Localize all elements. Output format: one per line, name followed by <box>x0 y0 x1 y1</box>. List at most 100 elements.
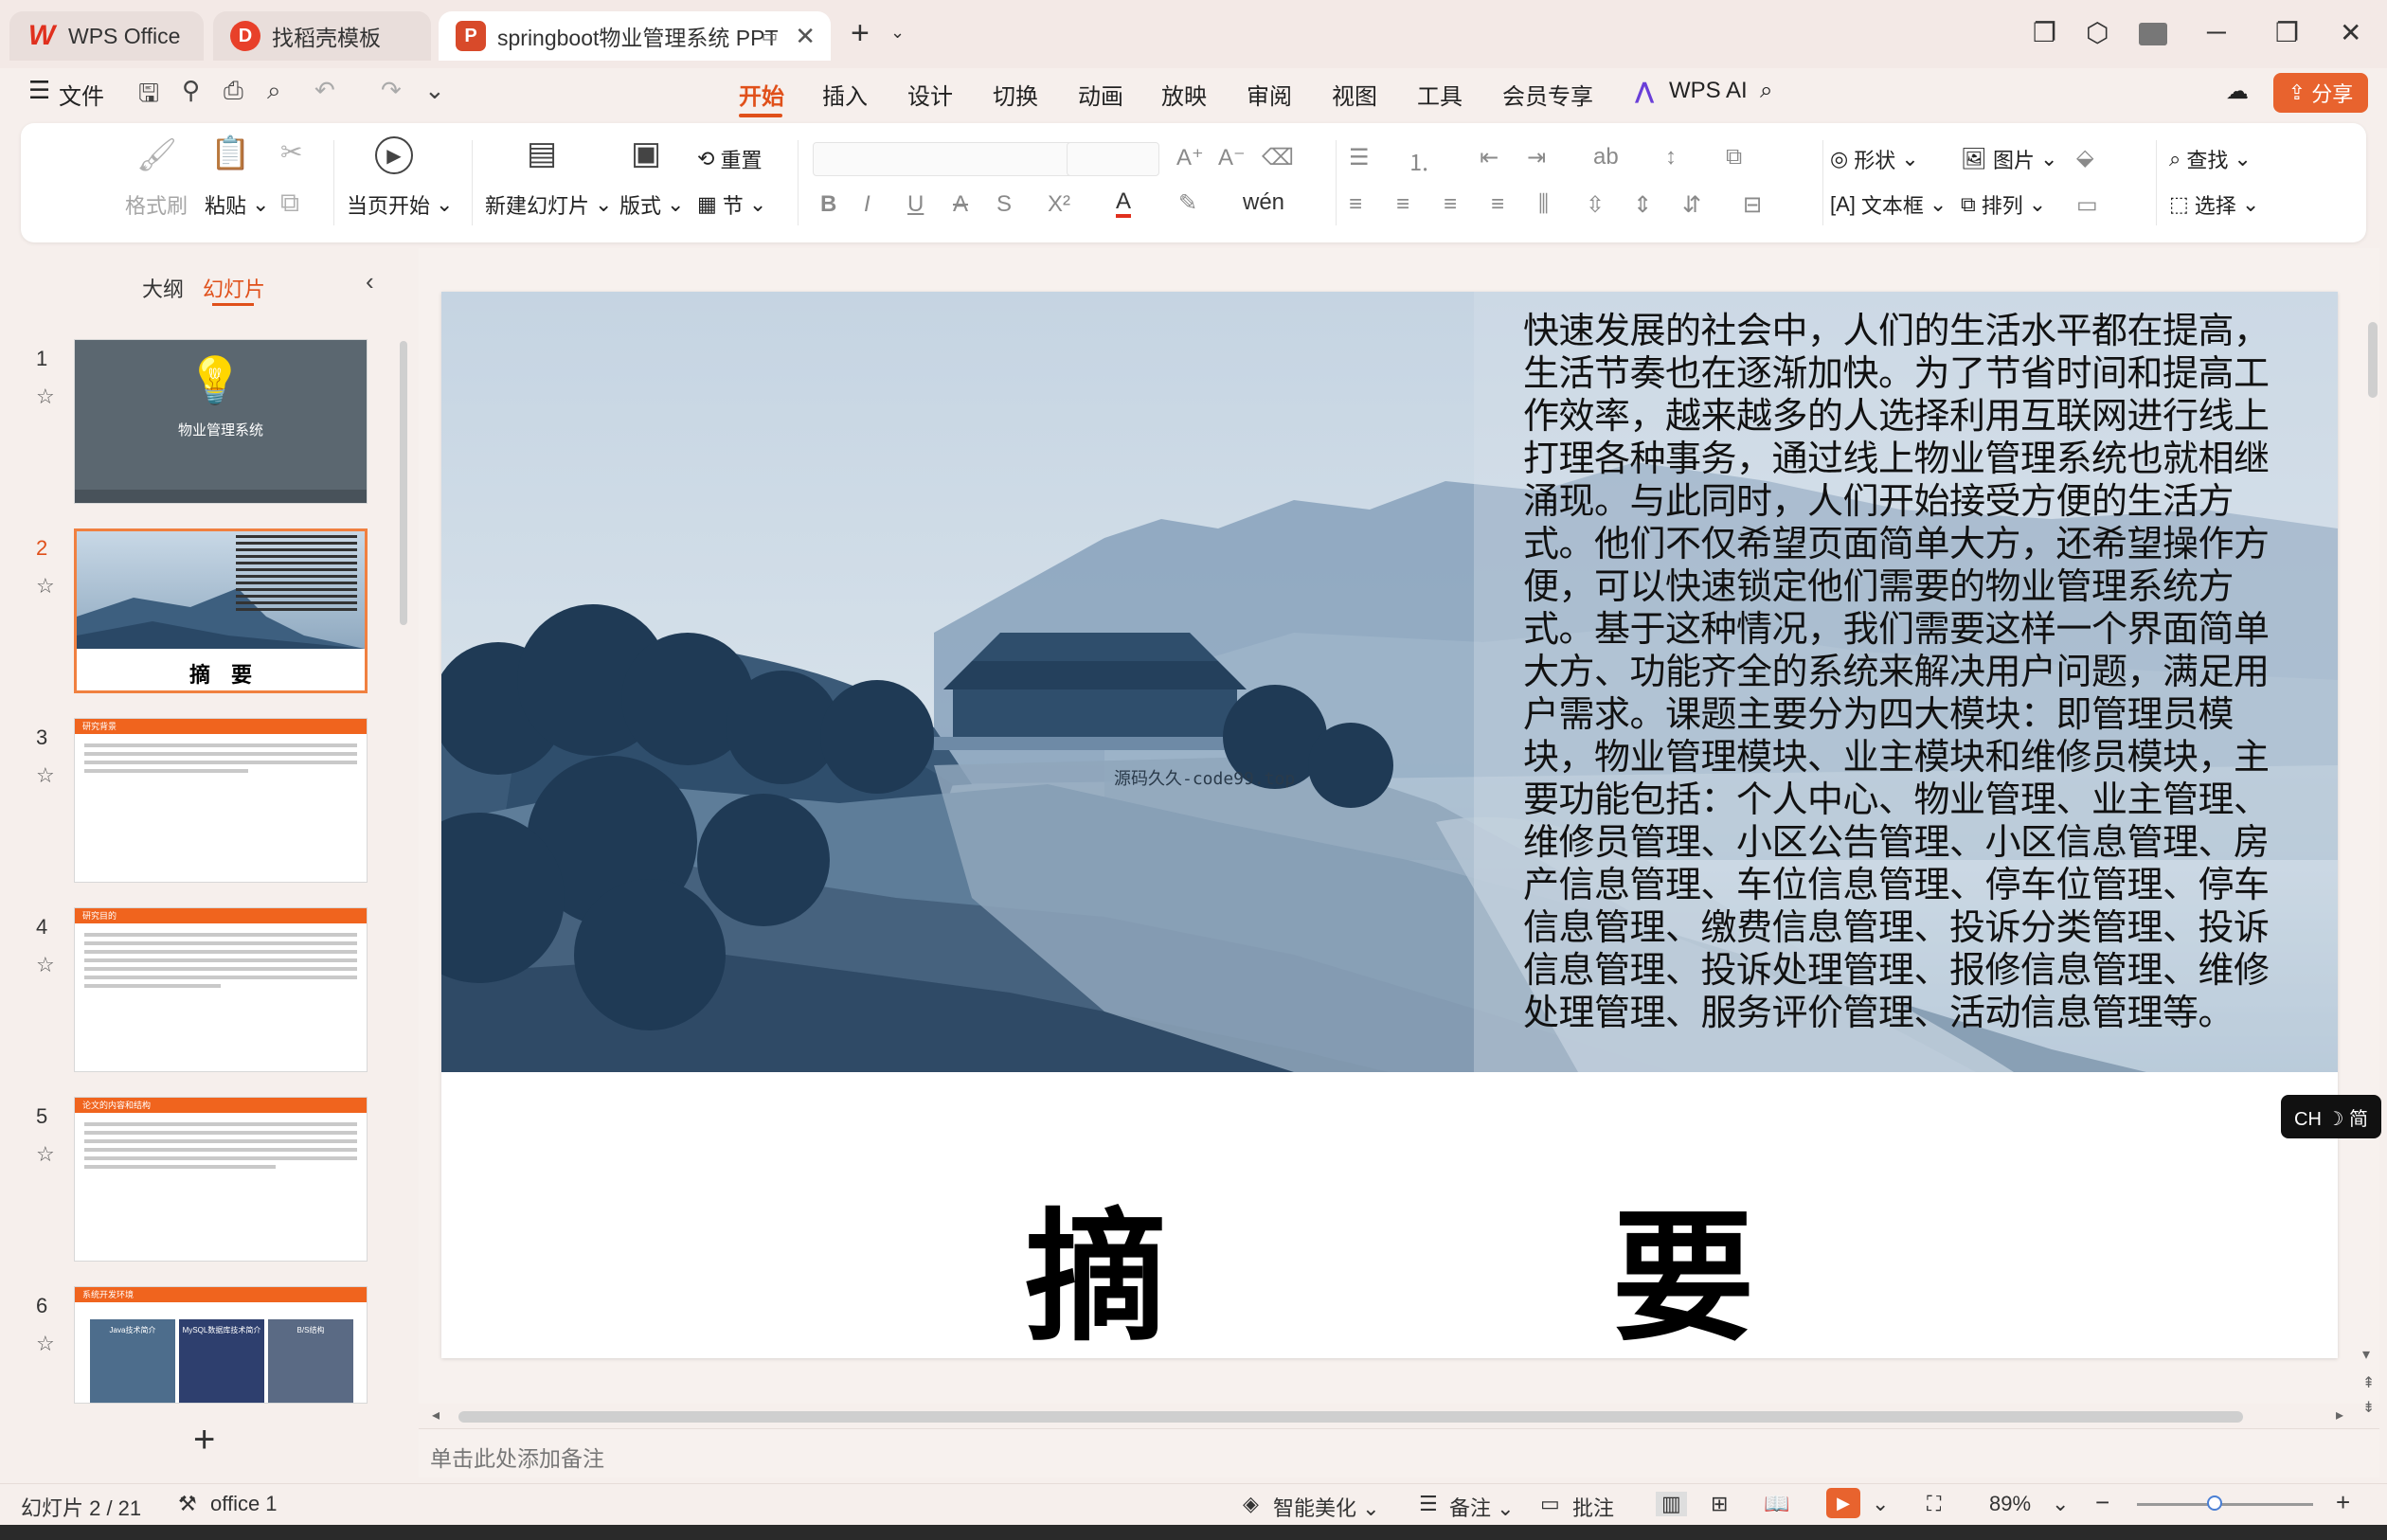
star-icon[interactable]: ☆ <box>36 385 55 409</box>
shape-button[interactable]: ◎ 形状 ⌄ <box>1830 144 1919 174</box>
print-icon[interactable]: ⎙ <box>224 76 243 106</box>
menu-file[interactable]: 文件 <box>59 78 104 111</box>
tab-active-document[interactable]: P springboot物业管理系统 PPT ▭ ✕ <box>439 11 831 61</box>
new-tab-icon[interactable]: + <box>851 15 870 52</box>
undo-icon[interactable]: ↶ <box>314 76 335 105</box>
theme-name[interactable]: office 1 <box>210 1492 278 1516</box>
menu-member[interactable]: 会员专享 <box>1502 78 1593 111</box>
star-icon[interactable]: ☆ <box>36 763 55 788</box>
zoom-chevron-icon[interactable]: ⌄ <box>2052 1492 2069 1516</box>
format-painter-button[interactable]: 格式刷 <box>125 189 188 220</box>
reading-view-icon[interactable]: 📖 <box>1764 1492 1789 1516</box>
hamburger-icon[interactable]: ☰ <box>28 76 50 105</box>
cut-icon[interactable]: ✂ <box>280 136 302 168</box>
slide-thumbnail-3[interactable]: 研究背景 <box>74 718 368 883</box>
justify-icon[interactable]: ≡ <box>1491 191 1504 218</box>
distribute-icon[interactable]: ⫼ <box>1538 191 1549 218</box>
menu-tools[interactable]: 工具 <box>1417 78 1463 111</box>
menu-review[interactable]: 审阅 <box>1247 78 1292 111</box>
collapse-panel-icon[interactable]: ‹ <box>366 267 374 296</box>
menu-home[interactable]: 开始 <box>739 78 784 111</box>
superscript-icon[interactable]: X² <box>1048 191 1070 218</box>
scroll-right-icon[interactable]: ▸ <box>2336 1406 2343 1424</box>
slide-thumbnail-2[interactable]: 摘 要 <box>74 528 368 693</box>
scroll-left-icon[interactable]: ◂ <box>432 1406 440 1424</box>
section-button[interactable]: ▦ 节 ⌄ <box>697 189 766 220</box>
star-icon[interactable]: ☆ <box>36 1332 55 1356</box>
reset-button[interactable]: ⟲ 重置 <box>697 144 762 174</box>
text-align-icon[interactable]: ⊟ <box>1743 191 1762 219</box>
menu-transition[interactable]: 切换 <box>993 78 1038 111</box>
beautify-button[interactable]: 智能美化 ⌄ <box>1273 1492 1380 1522</box>
zoom-out-icon[interactable]: − <box>2095 1488 2109 1517</box>
prev-slide-icon[interactable]: ⇞ <box>2362 1373 2375 1392</box>
play-options-chevron-icon[interactable]: ⌄ <box>1872 1492 1889 1516</box>
more-chevron-icon[interactable]: ⌄ <box>424 76 445 105</box>
bold-icon[interactable]: B <box>820 191 836 218</box>
play-slideshow-button[interactable]: ▶ <box>1826 1488 1860 1518</box>
minimize-icon[interactable]: ─ <box>2207 17 2226 47</box>
font-color-icon[interactable]: A <box>1116 189 1132 218</box>
text-direction-icon[interactable]: ab <box>1593 144 1619 170</box>
align-right-icon[interactable]: ≡ <box>1444 191 1457 218</box>
print-preview-icon[interactable]: ⌕ <box>267 76 281 106</box>
slide-sorter-icon[interactable]: ⊞ <box>1711 1492 1728 1516</box>
zoom-in-icon[interactable]: + <box>2336 1488 2350 1517</box>
input-method-indicator[interactable]: CH ☽ 简 <box>2281 1095 2381 1138</box>
next-slide-icon[interactable]: ⇟ <box>2362 1398 2375 1417</box>
search-icon[interactable]: ⌕ <box>1760 78 1772 104</box>
zoom-slider[interactable] <box>2137 1503 2313 1506</box>
tab-slides[interactable]: 幻灯片 <box>203 273 265 303</box>
layout-icon[interactable]: ▣ <box>631 134 661 172</box>
window-list-icon[interactable]: ❐ <box>2033 17 2056 48</box>
add-slide-icon[interactable]: + <box>193 1419 215 1461</box>
menu-slideshow[interactable]: 放映 <box>1161 78 1207 111</box>
decrease-font-icon[interactable]: A⁻ <box>1218 144 1246 171</box>
comment-button[interactable]: 批注 <box>1572 1492 1614 1522</box>
shadow-icon[interactable]: S <box>996 191 1012 218</box>
star-icon[interactable]: ☆ <box>36 953 55 977</box>
decrease-indent-icon[interactable]: ⇤ <box>1480 144 1499 171</box>
increase-font-icon[interactable]: A⁺ <box>1176 144 1204 171</box>
tab-wps-office[interactable]: W WPS Office <box>9 11 204 61</box>
font-size-select[interactable] <box>1067 142 1159 176</box>
menu-wps-ai[interactable]: WPS AI <box>1669 78 1748 104</box>
italic-icon[interactable]: I <box>864 191 870 218</box>
highlight-icon[interactable]: ✎ <box>1178 189 1197 217</box>
menu-animation[interactable]: 动画 <box>1078 78 1123 111</box>
new-slide-icon[interactable]: ▤ <box>527 134 557 172</box>
menu-view[interactable]: 视图 <box>1332 78 1377 111</box>
menu-insert[interactable]: 插入 <box>822 78 868 111</box>
columns-icon[interactable]: ⇵ <box>1682 191 1701 219</box>
slide-title[interactable]: 摘 要 <box>441 1163 2338 1358</box>
menu-design[interactable]: 设计 <box>907 78 953 111</box>
maximize-icon[interactable]: ❐ <box>2275 17 2299 48</box>
slide-thumbnail-6[interactable]: 系统开发环境 Java技术简介 MySQL数据库技术简介 B/S结构 <box>74 1286 368 1404</box>
play-from-current-icon[interactable]: ▶ <box>375 136 413 174</box>
redo-icon[interactable]: ↷ <box>381 76 402 105</box>
format-painter-icon[interactable]: 🖌 <box>136 136 177 174</box>
fill-icon[interactable]: ⬙ <box>2076 144 2093 171</box>
paste-icon[interactable]: 📋 <box>210 134 250 172</box>
bullets-icon[interactable]: ☰ <box>1349 144 1370 171</box>
tab-outline[interactable]: 大纲 <box>142 273 184 303</box>
numbering-icon[interactable]: ⒈ <box>1408 144 1430 177</box>
picture-button[interactable]: 🖼 图片 ⌄ <box>1961 144 2057 174</box>
cloud-sync-icon[interactable]: ⚲ <box>182 76 200 105</box>
sort-icon[interactable]: ↕ <box>1665 144 1677 170</box>
avatar[interactable] <box>2139 23 2167 45</box>
cloud-icon[interactable]: ☁ <box>2226 78 2249 105</box>
underline-icon[interactable]: U <box>907 191 924 218</box>
notes-pane[interactable]: 单击此处添加备注 <box>419 1428 2379 1477</box>
paste-button[interactable]: 粘贴 ⌄ <box>205 189 269 220</box>
cube-icon[interactable]: ⬡ <box>2086 17 2109 48</box>
close-tab-icon[interactable]: ✕ <box>795 22 816 51</box>
star-icon[interactable]: ☆ <box>36 574 55 599</box>
slide-thumbnail-5[interactable]: 论文的内容和结构 <box>74 1097 368 1262</box>
outline-icon[interactable]: ▭ <box>2076 191 2098 219</box>
close-window-icon[interactable]: ✕ <box>2340 17 2361 48</box>
select-button[interactable]: ⬚ 选择 ⌄ <box>2169 189 2259 220</box>
textbox-button[interactable]: [A] 文本框 ⌄ <box>1830 189 1947 220</box>
tab-daoke-templates[interactable]: D 找稻壳模板 <box>213 11 431 61</box>
new-slide-button[interactable]: 新建幻灯片 ⌄ <box>485 189 612 220</box>
